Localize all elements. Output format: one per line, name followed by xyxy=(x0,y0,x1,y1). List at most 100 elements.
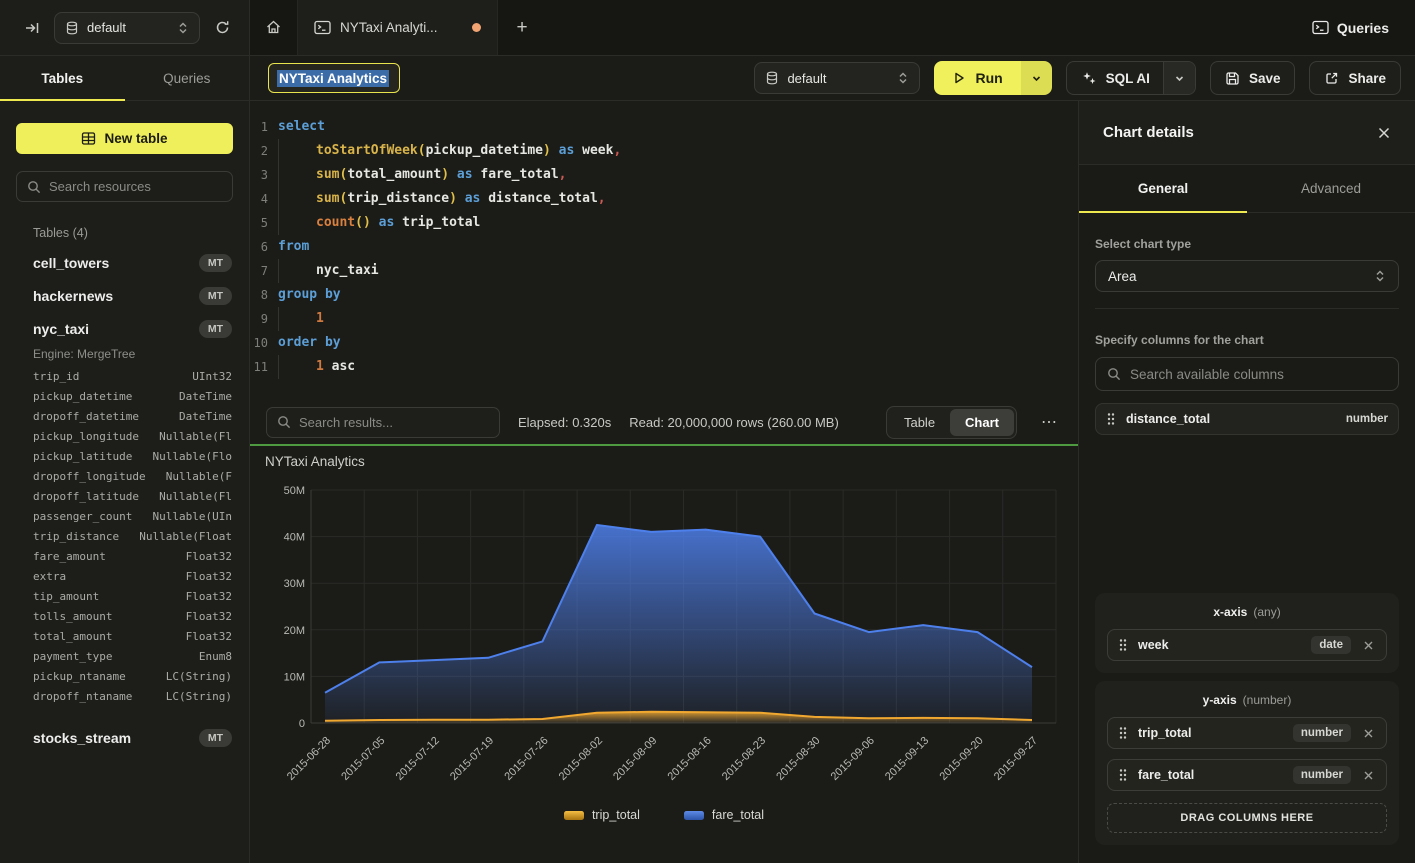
query-title-selected-text: NYTaxi Analytics xyxy=(277,70,389,87)
sql-ai-button[interactable]: SQL AI xyxy=(1066,61,1196,95)
sql-editor[interactable]: 1select2toStartOfWeek(pickup_datetime) a… xyxy=(250,101,1078,400)
column-name: fare_total xyxy=(1138,768,1283,782)
database-selector-value: default xyxy=(87,20,169,35)
sidebar-tab-queries[interactable]: Queries xyxy=(125,56,250,100)
column-row: pickup_longitudeNullable(Fl xyxy=(0,427,249,447)
chart-details-body: Select chart type Area Specify columns f… xyxy=(1079,213,1415,863)
table-row-stocks-stream[interactable]: stocks_stream MT xyxy=(0,721,249,754)
run-button[interactable]: Run xyxy=(934,61,1020,95)
drag-handle-icon[interactable] xyxy=(1106,412,1116,426)
queries-button[interactable]: Queries xyxy=(1286,0,1415,55)
database-selector[interactable]: default xyxy=(54,12,200,44)
y-axis-column-fare-total[interactable]: fare_total number xyxy=(1107,759,1387,791)
legend-item-fare_total[interactable]: fare_total xyxy=(684,808,764,822)
sidebar-tab-tables[interactable]: Tables xyxy=(0,56,125,100)
view-toggle-table[interactable]: Table xyxy=(889,409,950,436)
queries-terminal-icon xyxy=(1312,20,1329,35)
close-panel-button[interactable] xyxy=(1377,126,1391,140)
column-row: dropoff_latitudeNullable(Fl xyxy=(0,487,249,507)
svg-text:10M: 10M xyxy=(284,671,305,683)
view-toggle-chart[interactable]: Chart xyxy=(950,409,1014,436)
legend-swatch xyxy=(564,811,584,820)
column-row: dropoff_longitudeNullable(F xyxy=(0,467,249,487)
x-axis-label: x-axis xyxy=(1213,605,1247,619)
table-row-cell-towers[interactable]: cell_towers MT xyxy=(0,246,249,279)
collapse-sidebar-button[interactable] xyxy=(20,16,44,40)
tab-general[interactable]: General xyxy=(1079,165,1247,212)
remove-column-button[interactable] xyxy=(1361,770,1376,781)
y-axis-column-trip-total[interactable]: trip_total number xyxy=(1107,717,1387,749)
column-name: week xyxy=(1138,638,1301,652)
editor-line: 7nyc_taxi xyxy=(250,259,1078,283)
columns-search[interactable] xyxy=(1095,357,1399,391)
svg-text:2015-09-13: 2015-09-13 xyxy=(883,735,931,783)
svg-text:2015-07-26: 2015-07-26 xyxy=(502,735,550,783)
save-button-label: Save xyxy=(1249,71,1281,86)
column-name: distance_total xyxy=(1126,412,1336,426)
table-row-nyc-taxi[interactable]: nyc_taxi MT xyxy=(0,312,249,345)
drag-columns-drop-zone[interactable]: DRAG COLUMNS HERE xyxy=(1107,803,1387,833)
query-toolbar: NYTaxi Analytics default xyxy=(250,56,1415,101)
chevron-down-icon xyxy=(1031,73,1042,84)
svg-text:2015-08-16: 2015-08-16 xyxy=(666,735,714,783)
svg-text:20M: 20M xyxy=(284,625,305,637)
remove-column-button[interactable] xyxy=(1361,728,1376,739)
tab-advanced[interactable]: Advanced xyxy=(1247,165,1415,212)
table-row-hackernews[interactable]: hackernews MT xyxy=(0,279,249,312)
chart-type-label: Select chart type xyxy=(1095,237,1399,251)
run-button-label: Run xyxy=(975,70,1002,86)
editor-line: 1select xyxy=(250,115,1078,139)
x-axis-column-week[interactable]: week date xyxy=(1107,629,1387,661)
refresh-icon xyxy=(214,19,231,36)
drag-handle-icon[interactable] xyxy=(1118,768,1128,782)
columns-search-input[interactable] xyxy=(1130,367,1387,382)
column-row: dropoff_ntanameLC(String) xyxy=(0,687,249,707)
results-chart[interactable]: 010M20M30M40M50M2015-06-282015-07-052015… xyxy=(250,446,1078,863)
table-grid-icon xyxy=(81,131,96,146)
search-icon xyxy=(277,415,291,429)
search-icon xyxy=(1107,367,1121,381)
editor-line: 3sum(total_amount) as fare_total, xyxy=(250,163,1078,187)
query-title-input[interactable]: NYTaxi Analytics xyxy=(268,63,400,93)
sql-ai-options-button[interactable] xyxy=(1163,62,1195,94)
chart-type-select[interactable]: Area xyxy=(1095,260,1399,292)
results-toolbar: Elapsed: 0.320s Read: 20,000,000 rows (2… xyxy=(250,400,1078,446)
column-name: trip_total xyxy=(1138,726,1283,740)
legend-label: fare_total xyxy=(712,808,764,822)
svg-text:30M: 30M xyxy=(284,578,305,590)
new-tab-button[interactable]: + xyxy=(498,0,546,55)
results-more-button[interactable]: ⋯ xyxy=(1035,408,1064,436)
table-name: nyc_taxi xyxy=(33,321,199,337)
plus-icon: + xyxy=(516,17,527,39)
results-search[interactable] xyxy=(266,407,500,438)
rows-read-stat: Read: 20,000,000 rows (260.00 MB) xyxy=(629,415,839,430)
y-axis-header: y-axis(number) xyxy=(1107,693,1387,707)
chart-details-header: Chart details xyxy=(1079,101,1415,165)
share-button[interactable]: Share xyxy=(1309,61,1401,95)
run-button-group: Run xyxy=(934,61,1051,95)
editor-line: 6from xyxy=(250,235,1078,259)
sidebar-search[interactable] xyxy=(16,171,233,202)
svg-text:2015-08-09: 2015-08-09 xyxy=(611,735,659,783)
drag-handle-icon[interactable] xyxy=(1118,726,1128,740)
refresh-button[interactable] xyxy=(210,15,235,40)
query-tab-active[interactable]: NYTaxi Analyti... xyxy=(298,0,498,55)
svg-text:0: 0 xyxy=(299,718,305,730)
toolbar-database-selector[interactable]: default xyxy=(754,62,920,94)
close-icon xyxy=(1363,770,1374,781)
home-tab[interactable] xyxy=(250,0,298,55)
new-table-button[interactable]: New table xyxy=(16,123,233,154)
legend-item-trip_total[interactable]: trip_total xyxy=(564,808,640,822)
column-type: number xyxy=(1346,413,1388,425)
results-search-input[interactable] xyxy=(299,415,489,430)
legend-swatch xyxy=(684,811,704,820)
toolbar-database-value: default xyxy=(787,71,889,86)
available-column-distance-total[interactable]: distance_total number xyxy=(1095,403,1399,435)
save-button[interactable]: Save xyxy=(1210,61,1296,95)
drag-handle-icon[interactable] xyxy=(1118,638,1128,652)
updown-chevron-icon xyxy=(897,71,909,85)
divider xyxy=(1095,308,1399,309)
run-options-button[interactable] xyxy=(1021,61,1052,95)
sidebar-search-input[interactable] xyxy=(49,179,222,194)
remove-column-button[interactable] xyxy=(1361,640,1376,651)
